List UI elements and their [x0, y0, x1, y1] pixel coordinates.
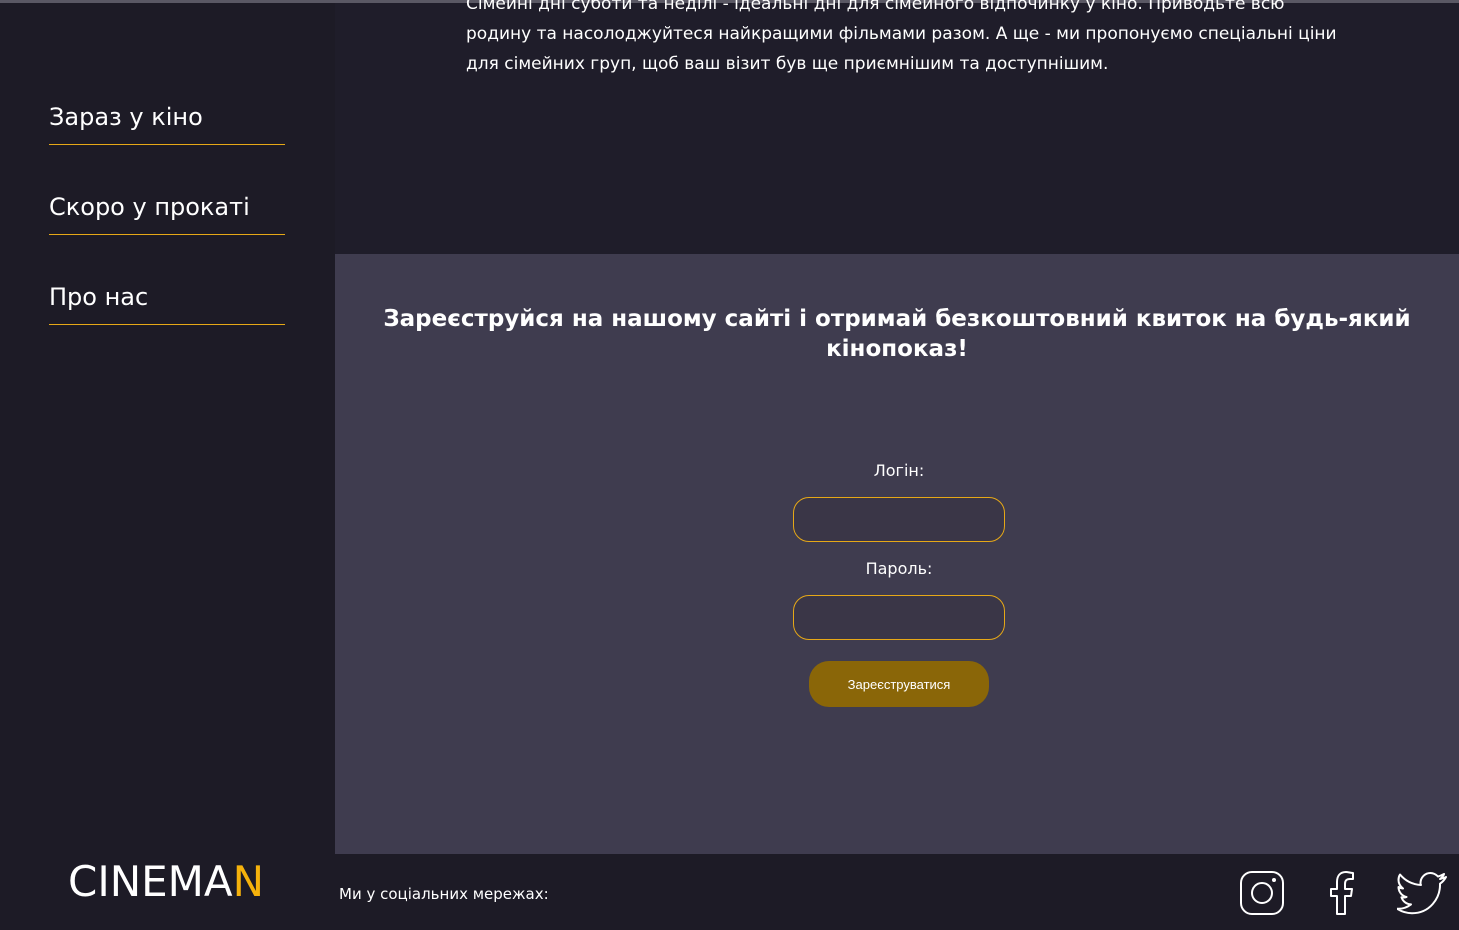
login-field[interactable] [793, 497, 1005, 542]
logo[interactable]: CINEMAN [68, 858, 264, 906]
password-field[interactable] [793, 595, 1005, 640]
login-label: Логін: [873, 461, 925, 480]
sidebar: Зараз у кіно Скоро у прокаті Про нас [0, 3, 335, 854]
sidebar-item-coming-soon[interactable]: Скоро у прокаті [49, 192, 285, 235]
logo-main: CINEMA [68, 857, 233, 906]
facebook-icon[interactable] [1320, 870, 1366, 916]
twitter-icon[interactable] [1396, 870, 1447, 916]
instagram-icon[interactable] [1239, 870, 1285, 916]
sidebar-item-label: Зараз у кіно [49, 103, 203, 131]
logo-accent: N [232, 857, 265, 906]
social-label: Ми у соціальних мережах: [339, 885, 549, 903]
password-label: Пароль: [865, 559, 933, 578]
sidebar-item-label: Скоро у прокаті [49, 193, 250, 221]
register-button[interactable]: Зареєструватися [809, 661, 989, 707]
intro-text: Сімейні дні суботи та неділі - ідеальні … [466, 0, 1337, 74]
sidebar-item-label: Про нас [49, 283, 149, 311]
intro-section: Сімейні дні суботи та неділі - ідеальні … [335, 0, 1459, 254]
registration-section: Зареєструйся на нашому сайті і отримай б… [335, 254, 1459, 854]
sidebar-item-now-showing[interactable]: Зараз у кіно [49, 102, 285, 145]
sidebar-item-about[interactable]: Про нас [49, 282, 285, 325]
footer: Ми у соціальних мережах: [335, 854, 1459, 930]
registration-title: Зареєструйся на нашому сайті і отримай б… [383, 306, 1411, 362]
